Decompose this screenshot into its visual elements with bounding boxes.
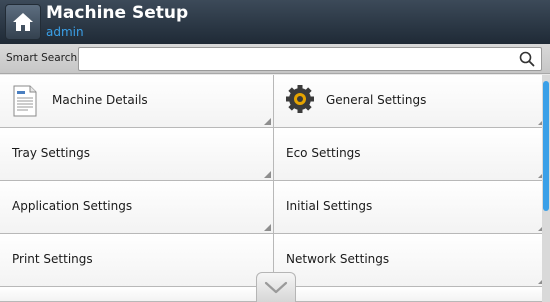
menu-item-label: Eco Settings: [286, 146, 361, 160]
menu-item-tray-settings[interactable]: Tray Settings: [0, 128, 274, 181]
menu-item-partial[interactable]: [0, 287, 274, 302]
home-icon: [13, 13, 33, 31]
user-name: admin: [46, 25, 84, 39]
scrollbar-thumb[interactable]: [543, 81, 549, 211]
settings-menu: Machine Details General Settings Tray Se…: [0, 75, 548, 302]
page-title: Machine Setup: [46, 3, 189, 23]
menu-item-print-settings[interactable]: Print Settings: [0, 234, 274, 287]
menu-item-label: Print Settings: [12, 252, 93, 266]
scroll-down-button[interactable]: [256, 272, 296, 302]
menu-item-label: Network Settings: [286, 252, 390, 266]
corner-indicator: [264, 171, 271, 178]
gear-icon: [286, 85, 314, 113]
menu-item-network-settings[interactable]: Network Settings: [274, 234, 548, 287]
menu-item-application-settings[interactable]: Application Settings: [0, 181, 274, 234]
menu-item-label: Machine Details: [52, 93, 148, 107]
document-icon: [13, 85, 37, 117]
home-button[interactable]: [5, 4, 41, 40]
menu-item-partial[interactable]: [274, 287, 548, 302]
menu-item-label: Tray Settings: [12, 146, 90, 160]
chevron-down-icon: [264, 281, 288, 293]
menu-item-label: Initial Settings: [286, 199, 373, 213]
menu-item-initial-settings[interactable]: Initial Settings: [274, 181, 548, 234]
corner-indicator: [264, 224, 271, 231]
scrollbar[interactable]: [542, 75, 550, 302]
menu-item-label: Application Settings: [12, 199, 133, 213]
corner-indicator: [264, 118, 271, 125]
menu-item-machine-details[interactable]: Machine Details: [0, 75, 274, 128]
title-bar: Machine Setup admin: [0, 0, 550, 44]
menu-item-eco-settings[interactable]: Eco Settings: [274, 128, 548, 181]
menu-item-label: General Settings: [326, 93, 427, 107]
search-label: Smart Search: [6, 52, 78, 64]
search-bar: Smart Search: [0, 44, 550, 74]
search-icon[interactable]: [519, 51, 535, 67]
menu-item-general-settings[interactable]: General Settings: [274, 75, 548, 128]
search-input[interactable]: [78, 47, 542, 71]
